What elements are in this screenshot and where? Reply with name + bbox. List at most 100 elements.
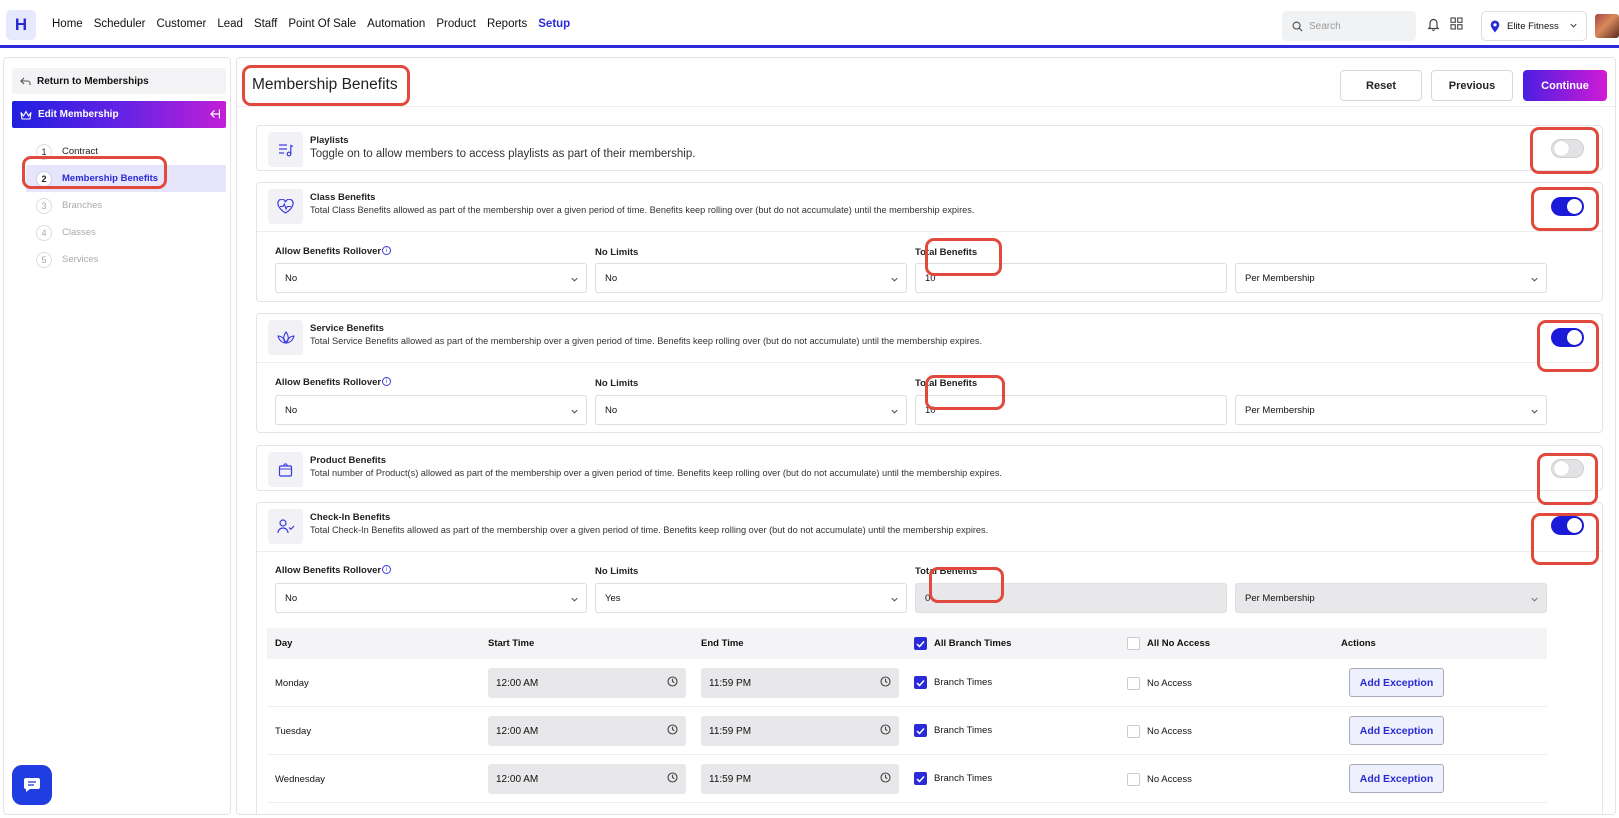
playlists-toggle[interactable] <box>1551 139 1584 158</box>
search-placeholder: Search <box>1309 20 1341 32</box>
class-period-select[interactable]: Per Membership <box>1235 263 1547 293</box>
end-time-input[interactable]: 11:59 PM <box>701 764 899 794</box>
product-benefits-title: Product Benefits <box>310 455 387 466</box>
service-benefits-title: Service Benefits <box>310 323 384 334</box>
checkin-benefits-toggle[interactable] <box>1551 516 1584 535</box>
service-no-limits-select[interactable]: No <box>595 395 907 425</box>
card-divider <box>257 231 1602 232</box>
info-icon[interactable]: i <box>382 246 392 255</box>
rollover-label-text: Allow Benefits Rollover <box>275 246 382 257</box>
total-benefits-label: Total Benefits <box>915 378 978 389</box>
toggle-knob <box>1554 461 1569 476</box>
select-value: No <box>285 404 298 416</box>
all-no-access-checkbox[interactable] <box>1127 637 1140 650</box>
checkin-benefits-card: Check-In Benefits Total Check-In Benefit… <box>256 502 1603 814</box>
nav-point-of-sale[interactable]: Point Of Sale <box>288 18 356 30</box>
day-name: Tuesday <box>275 726 312 737</box>
box-icon <box>268 452 303 487</box>
search-input[interactable]: Search <box>1282 11 1416 41</box>
nav-setup[interactable]: Setup <box>538 18 570 30</box>
service-total-benefits-input[interactable]: 10 <box>915 395 1227 425</box>
step-services[interactable]: 5 Services <box>26 246 226 273</box>
chat-icon <box>24 778 40 792</box>
service-rollover-select[interactable]: No <box>275 395 587 425</box>
nav-home[interactable]: Home <box>52 18 83 30</box>
service-benefits-toggle[interactable] <box>1551 328 1584 347</box>
no-access-checkbox[interactable] <box>1127 773 1140 786</box>
no-limits-label: No Limits <box>595 378 639 389</box>
nav-customer[interactable]: Customer <box>156 18 206 30</box>
no-access-checkbox[interactable] <box>1127 725 1140 738</box>
collapse-sidebar-icon[interactable] <box>208 108 220 120</box>
nav-scheduler[interactable]: Scheduler <box>94 18 146 30</box>
app-logo[interactable]: H <box>6 10 36 40</box>
rollover-label: Allow Benefits Rollover i <box>275 565 392 576</box>
add-exception-button[interactable]: Add Exception <box>1349 668 1444 697</box>
class-no-limits-select[interactable]: No <box>595 263 907 293</box>
no-access-label: No Access <box>1147 726 1192 737</box>
all-branch-times-checkbox[interactable] <box>914 637 927 650</box>
select-value: No <box>285 592 298 604</box>
step-contract[interactable]: 1 Contract <box>26 138 226 165</box>
nav-lead[interactable]: Lead <box>217 18 243 30</box>
toggle-knob <box>1567 330 1582 345</box>
return-to-memberships-link[interactable]: Return to Memberships <box>12 68 226 94</box>
start-time-input[interactable]: 12:00 AM <box>488 716 686 746</box>
start-time-input[interactable]: 12:00 AM <box>488 668 686 698</box>
playlist-icon <box>268 132 303 167</box>
nav-reports[interactable]: Reports <box>487 18 527 30</box>
start-time-input[interactable]: 12:00 AM <box>488 764 686 794</box>
service-period-select[interactable]: Per Membership <box>1235 395 1547 425</box>
clock-icon <box>880 772 891 783</box>
chat-support-button[interactable] <box>12 765 52 805</box>
reset-button[interactable]: Reset <box>1340 70 1422 101</box>
page-title: Membership Benefits <box>252 76 398 93</box>
previous-button[interactable]: Previous <box>1431 70 1513 101</box>
class-benefits-card: Class Benefits Total Class Benefits allo… <box>256 182 1603 302</box>
toggle-knob <box>1567 199 1582 214</box>
class-rollover-select[interactable]: No <box>275 263 587 293</box>
input-value: 10 <box>925 272 936 284</box>
step-number: 3 <box>36 197 52 214</box>
step-branches[interactable]: 3 Branches <box>26 192 226 219</box>
bell-icon[interactable] <box>1427 17 1440 31</box>
branch-times-checkbox[interactable] <box>914 676 927 689</box>
continue-button[interactable]: Continue <box>1523 70 1607 101</box>
class-total-benefits-input[interactable]: 10 <box>915 263 1227 293</box>
info-icon[interactable]: i <box>382 565 392 574</box>
nav-staff[interactable]: Staff <box>254 18 277 30</box>
steps-list: 1 Contract 2 Membership Benefits 3 Branches… <box>26 138 226 273</box>
step-classes[interactable]: 4 Classes <box>26 219 226 246</box>
location-selector[interactable]: Elite Fitness <box>1481 11 1587 41</box>
product-benefits-description: Total number of Product(s) allowed as pa… <box>310 468 1002 478</box>
search-icon <box>1292 21 1303 32</box>
no-access-checkbox[interactable] <box>1127 677 1140 690</box>
step-membership-benefits[interactable]: 2 Membership Benefits <box>26 165 226 192</box>
checkin-rollover-select[interactable]: No <box>275 583 587 613</box>
checkin-no-limits-select[interactable]: Yes <box>595 583 907 613</box>
add-exception-button[interactable]: Add Exception <box>1349 716 1444 745</box>
branch-times-checkbox[interactable] <box>914 724 927 737</box>
nav-automation[interactable]: Automation <box>367 18 425 30</box>
select-value: Per Membership <box>1245 272 1315 284</box>
apps-grid-icon[interactable] <box>1450 17 1463 30</box>
rollover-label: Allow Benefits Rollover i <box>275 377 392 388</box>
end-time-input[interactable]: 11:59 PM <box>701 668 899 698</box>
day-name: Monday <box>275 678 309 689</box>
user-avatar[interactable] <box>1595 14 1619 38</box>
class-benefits-toggle[interactable] <box>1551 197 1584 216</box>
product-benefits-toggle[interactable] <box>1551 459 1584 478</box>
heartbeat-icon <box>268 189 303 224</box>
chevron-down-icon <box>571 409 578 414</box>
clock-icon <box>667 724 678 735</box>
step-label: Services <box>62 254 99 265</box>
end-time-input[interactable]: 11:59 PM <box>701 716 899 746</box>
branch-times-checkbox[interactable] <box>914 772 927 785</box>
add-exception-button[interactable]: Add Exception <box>1349 764 1444 793</box>
total-benefits-label: Total Benefits <box>915 566 978 577</box>
nav-product[interactable]: Product <box>436 18 476 30</box>
chevron-down-icon <box>1570 23 1577 28</box>
input-value: 0 <box>925 592 931 604</box>
info-icon[interactable]: i <box>382 377 392 386</box>
user-check-icon <box>268 509 303 544</box>
